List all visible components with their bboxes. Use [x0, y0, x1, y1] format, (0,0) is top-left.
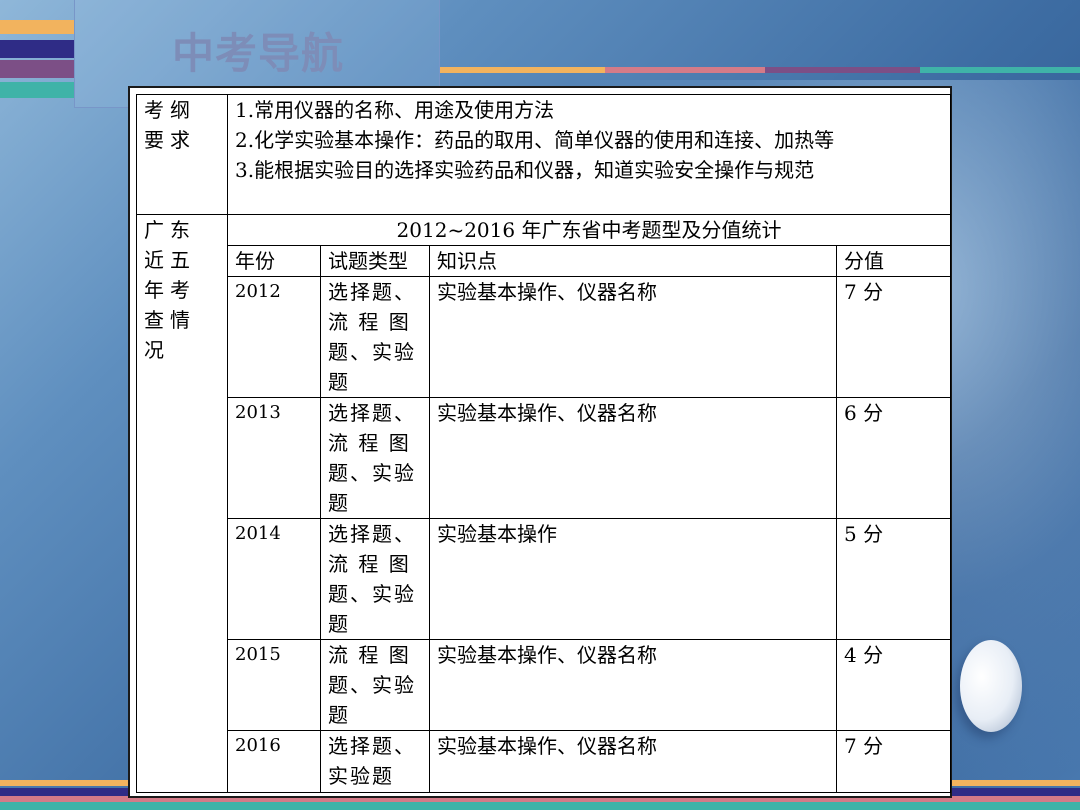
year-cell: 2014 — [227, 518, 321, 640]
left-stripe-teal — [0, 82, 75, 98]
knowledge-cell: 实验基本操作、仪器名称 — [429, 730, 837, 793]
year-cell: 2012 — [227, 276, 321, 398]
header-score: 分值 — [835, 245, 952, 277]
score-cell: 6 分 — [835, 397, 952, 519]
type-line: 流 程 图 — [328, 643, 411, 667]
type-line: 题 — [328, 612, 350, 636]
document-sheet: 考纲要求 1.常用仪器的名称、用途及使用方法 2.化学实验基本操作：药品的取用、… — [128, 86, 952, 798]
table-row: 2016 选择题、 实验题 实验基本操作、仪器名称 7 分 — [137, 730, 952, 793]
requirement-item: 1.常用仪器的名称、用途及使用方法 — [235, 98, 555, 122]
exam-label: 广东近五年考查情况 — [136, 214, 228, 793]
top-bar-pink — [605, 67, 765, 73]
top-bar-orange — [440, 67, 605, 73]
type-line: 流 程 图 — [328, 431, 411, 455]
type-line: 流 程 图 — [328, 310, 411, 334]
left-stripe-navy — [0, 40, 75, 58]
type-line: 流 程 图 — [328, 552, 411, 576]
requirements-label: 考纲要求 — [136, 94, 228, 215]
score-cell: 5 分 — [835, 518, 952, 640]
knowledge-cell: 实验基本操作、仪器名称 — [429, 397, 837, 519]
table-row: 2012 选择题、 流 程 图 题、实验 题 实验基本操作、仪器名称 7 分 — [137, 276, 952, 398]
exam-guide-table: 考纲要求 1.常用仪器的名称、用途及使用方法 2.化学实验基本操作：药品的取用、… — [136, 94, 952, 793]
header-type: 试题类型 — [320, 245, 430, 277]
top-bar-teal — [920, 67, 1080, 73]
stats-title: 2012~2016 年广东省中考题型及分值统计 — [226, 214, 952, 246]
type-line: 题、实验 — [328, 673, 416, 697]
header-knowledge: 知识点 — [429, 245, 837, 277]
year-cell: 2013 — [227, 397, 321, 519]
type-line: 题、实验 — [328, 461, 416, 485]
type-line: 选择题、 — [328, 734, 416, 758]
type-cell: 选择题、 流 程 图 题、实验 题 — [320, 397, 430, 519]
knowledge-cell: 实验基本操作、仪器名称 — [429, 276, 837, 398]
type-cell: 选择题、 实验题 — [320, 730, 430, 793]
type-line: 选择题、 — [328, 280, 416, 304]
type-cell: 选择题、 流 程 图 题、实验 题 — [320, 276, 430, 398]
page-title: 中考导航 — [172, 29, 345, 78]
type-line: 题、实验 — [328, 582, 416, 606]
header-year: 年份 — [227, 245, 321, 277]
year-cell: 2015 — [227, 639, 321, 731]
left-stripe-purple — [0, 60, 75, 78]
top-bar-purple — [765, 67, 920, 73]
type-cell: 流 程 图 题、实验 题 — [320, 639, 430, 731]
header-row: 年份 试题类型 知识点 分值 — [137, 245, 952, 277]
knowledge-cell: 实验基本操作 — [429, 518, 837, 640]
type-line: 实验题 — [328, 764, 394, 788]
decorative-sphere — [960, 640, 1022, 732]
bottom-bar-teal — [0, 802, 1080, 810]
type-line: 题 — [328, 370, 350, 394]
year-cell: 2016 — [227, 730, 321, 793]
stats-title-row: 广东近五年考查情况 2012~2016 年广东省中考题型及分值统计 — [136, 214, 952, 793]
score-cell: 7 分 — [835, 276, 952, 398]
score-cell: 4 分 — [835, 639, 952, 731]
table-row: 2015 流 程 图 题、实验 题 实验基本操作、仪器名称 4 分 — [137, 639, 952, 731]
requirements-row: 考纲要求 1.常用仪器的名称、用途及使用方法 2.化学实验基本操作：药品的取用、… — [136, 94, 952, 215]
table-row: 2014 选择题、 流 程 图 题、实验 题 实验基本操作 5 分 — [137, 518, 952, 640]
type-line: 题 — [328, 703, 350, 727]
score-cell: 7 分 — [835, 730, 952, 793]
table-row: 2013 选择题、 流 程 图 题、实验 题 实验基本操作、仪器名称 6 分 — [137, 397, 952, 519]
type-line: 题、实验 — [328, 340, 416, 364]
requirements-cell: 1.常用仪器的名称、用途及使用方法 2.化学实验基本操作：药品的取用、简单仪器的… — [226, 94, 952, 215]
type-line: 选择题、 — [328, 401, 416, 425]
type-line: 选择题、 — [328, 522, 416, 546]
knowledge-cell: 实验基本操作、仪器名称 — [429, 639, 837, 731]
requirement-item: 3.能根据实验目的选择实验药品和仪器，知道实验安全操作与规范 — [235, 158, 815, 182]
requirement-item: 2.化学实验基本操作：药品的取用、简单仪器的使用和连接、加热等 — [235, 128, 835, 152]
left-stripe-orange — [0, 20, 75, 34]
type-cell: 选择题、 流 程 图 题、实验 题 — [320, 518, 430, 640]
type-line: 题 — [328, 491, 350, 515]
